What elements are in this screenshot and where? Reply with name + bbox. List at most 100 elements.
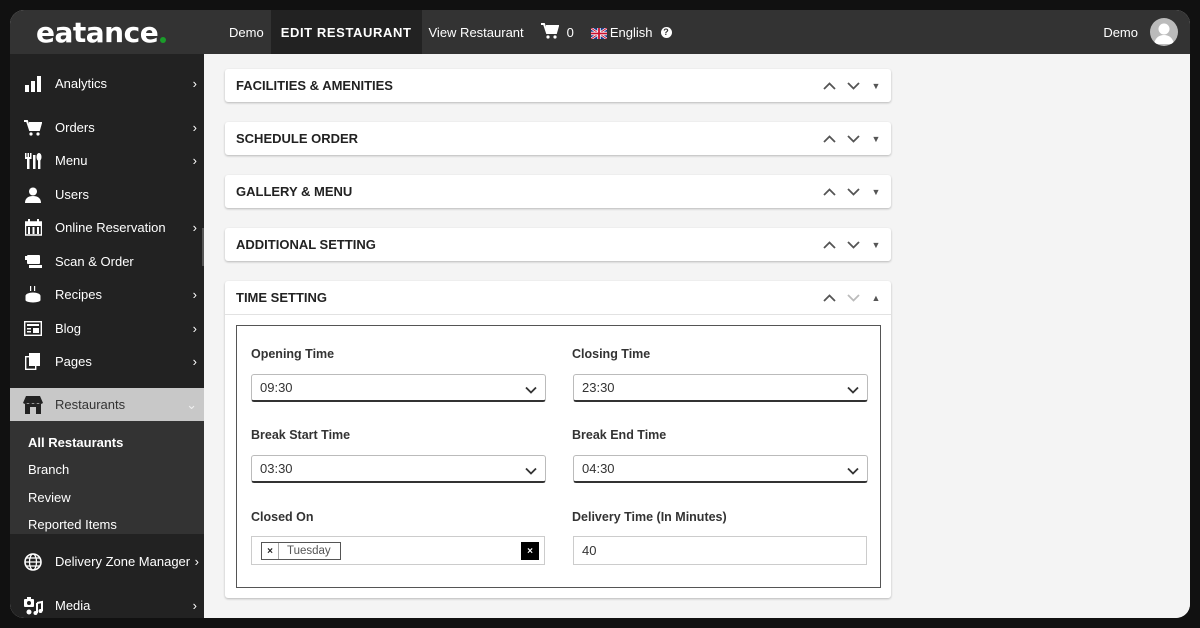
opening-time-select[interactable]: 09:30 bbox=[251, 374, 546, 402]
chevron-right-icon: › bbox=[192, 153, 197, 168]
opening-time-label: Opening Time bbox=[251, 347, 335, 361]
submenu-branch[interactable]: Branch bbox=[28, 462, 69, 477]
nav-demo[interactable]: Demo bbox=[204, 10, 271, 54]
chevron-right-icon: › bbox=[194, 554, 199, 569]
closed-on-multiselect[interactable]: × Tuesday × bbox=[251, 536, 545, 565]
sidebar-item-scan-order[interactable]: Scan & Order bbox=[10, 245, 204, 278]
panel-schedule-order: SCHEDULE ORDER ▼ bbox=[225, 122, 891, 155]
panel-title[interactable]: TIME SETTING bbox=[225, 281, 891, 314]
sidebar-item-label: Scan & Order bbox=[55, 254, 134, 269]
delivery-time-label: Delivery Time (In Minutes) bbox=[572, 510, 727, 524]
user-icon bbox=[23, 186, 43, 204]
chevron-right-icon: › bbox=[192, 120, 197, 135]
calendar-icon bbox=[23, 219, 43, 237]
sidebar-item-label: Analytics bbox=[55, 76, 108, 91]
sidebar: Analytics › Orders › Menu › Users Online… bbox=[10, 54, 204, 618]
sidebar-item-label: Media bbox=[55, 598, 91, 613]
cart-icon bbox=[540, 22, 559, 42]
language-label: English bbox=[609, 24, 653, 40]
move-up-icon[interactable] bbox=[817, 127, 841, 151]
restaurants-submenu: All Restaurants Branch Review Reported I… bbox=[10, 421, 204, 534]
delivery-time-value: 40 bbox=[582, 543, 597, 558]
panel-additional-setting: ADDITIONAL SETTING ▼ bbox=[225, 228, 891, 261]
nav-edit-restaurant[interactable]: EDIT RESTAURANT bbox=[270, 10, 422, 54]
sidebar-item-users[interactable]: Users bbox=[10, 178, 204, 211]
sidebar-item-orders[interactable]: Orders › bbox=[10, 111, 204, 144]
panel-title[interactable]: ADDITIONAL SETTING bbox=[225, 228, 891, 261]
chevron-right-icon: › bbox=[192, 76, 197, 91]
selected-day-tag: × Tuesday bbox=[261, 542, 341, 560]
break-end-time-select[interactable]: 04:30 bbox=[573, 455, 868, 483]
blog-icon bbox=[23, 320, 43, 338]
sidebar-item-delivery-zone-manager[interactable]: Delivery Zone Manager › bbox=[10, 545, 204, 578]
move-up-icon[interactable] bbox=[817, 286, 841, 310]
break-start-time-label: Break Start Time bbox=[251, 428, 351, 442]
move-down-icon[interactable] bbox=[841, 127, 865, 151]
closing-time-value: 23:30 bbox=[582, 380, 615, 395]
sidebar-item-recipes[interactable]: Recipes › bbox=[10, 278, 204, 311]
closed-on-label: Closed On bbox=[251, 510, 314, 524]
panel-title[interactable]: FACILITIES & AMENITIES bbox=[225, 69, 891, 102]
sidebar-item-online-reservation[interactable]: Online Reservation › bbox=[10, 211, 204, 244]
sidebar-item-media[interactable]: Media › bbox=[10, 589, 204, 618]
sidebar-item-restaurants[interactable]: Restaurants ⌄ bbox=[10, 388, 204, 421]
submenu-reported-items[interactable]: Reported Items bbox=[28, 517, 117, 532]
time-setting-body: Opening Time 09:30 Closing Time 23:30 Br… bbox=[225, 314, 891, 598]
collapse-toggle-icon[interactable]: ▲ bbox=[865, 286, 887, 310]
app-window: eatance Demo EDIT RESTAURANT View Restau… bbox=[10, 10, 1190, 618]
break-start-time-value: 03:30 bbox=[260, 461, 293, 476]
panel-title[interactable]: GALLERY & MENU bbox=[225, 175, 891, 208]
sidebar-item-label: Restaurants bbox=[55, 397, 126, 412]
nav-view-restaurant[interactable]: View Restaurant bbox=[422, 10, 531, 54]
sidebar-item-analytics[interactable]: Analytics › bbox=[10, 67, 204, 100]
chevron-right-icon: › bbox=[192, 354, 197, 369]
cart-button[interactable]: 0 bbox=[531, 10, 584, 54]
chevron-right-icon: › bbox=[192, 321, 197, 336]
move-down-icon[interactable] bbox=[841, 180, 865, 204]
expand-toggle-icon[interactable]: ▼ bbox=[865, 127, 887, 151]
panel-gallery-menu: GALLERY & MENU ▼ bbox=[225, 175, 891, 208]
chevron-right-icon: › bbox=[192, 598, 197, 613]
sidebar-item-label: Blog bbox=[55, 321, 82, 336]
panel-facilities-amenities: FACILITIES & AMENITIES ▼ bbox=[225, 69, 891, 102]
chevron-right-icon: › bbox=[192, 287, 197, 302]
user-avatar-icon[interactable] bbox=[1150, 18, 1178, 46]
uk-flag-icon bbox=[590, 26, 608, 40]
sidebar-item-pages[interactable]: Pages › bbox=[10, 345, 204, 378]
expand-toggle-icon[interactable]: ▼ bbox=[865, 74, 887, 98]
sidebar-item-menu[interactable]: Menu › bbox=[10, 144, 204, 177]
sidebar-item-blog[interactable]: Blog › bbox=[10, 312, 204, 345]
sidebar-item-label: Delivery Zone Manager bbox=[55, 554, 191, 569]
globe-icon bbox=[23, 552, 43, 571]
move-up-icon[interactable] bbox=[817, 233, 841, 257]
break-end-time-value: 04:30 bbox=[582, 461, 615, 476]
tag-label: Tuesday bbox=[287, 545, 331, 557]
break-start-time-select[interactable]: 03:30 bbox=[251, 455, 546, 483]
sidebar-item-label: Recipes bbox=[55, 287, 102, 302]
clear-all-icon[interactable]: × bbox=[521, 542, 539, 560]
user-name[interactable]: Demo bbox=[1103, 25, 1138, 40]
logo[interactable]: eatance bbox=[10, 10, 204, 54]
language-selector[interactable]: English ? bbox=[584, 10, 679, 54]
expand-toggle-icon[interactable]: ▼ bbox=[865, 180, 887, 204]
logo-text: eatance bbox=[36, 15, 159, 49]
cake-icon bbox=[23, 286, 43, 304]
closing-time-select[interactable]: 23:30 bbox=[573, 374, 868, 402]
move-down-icon[interactable] bbox=[841, 233, 865, 257]
panel-title[interactable]: SCHEDULE ORDER bbox=[225, 122, 891, 155]
sidebar-item-label: Pages bbox=[55, 354, 92, 369]
submenu-all-restaurants[interactable]: All Restaurants bbox=[28, 435, 123, 450]
help-icon[interactable]: ? bbox=[660, 26, 672, 38]
move-down-icon[interactable] bbox=[841, 74, 865, 98]
chevron-down-icon bbox=[525, 463, 537, 478]
expand-toggle-icon[interactable]: ▼ bbox=[865, 233, 887, 257]
sidebar-item-label: Orders bbox=[55, 120, 95, 135]
submenu-review[interactable]: Review bbox=[28, 490, 71, 505]
scan-icon bbox=[23, 253, 43, 271]
media-icon bbox=[23, 596, 43, 615]
move-up-icon[interactable] bbox=[817, 180, 841, 204]
time-setting-form: Opening Time 09:30 Closing Time 23:30 Br… bbox=[236, 325, 881, 588]
move-up-icon[interactable] bbox=[817, 74, 841, 98]
delivery-time-input[interactable]: 40 bbox=[573, 536, 867, 565]
remove-tag-icon[interactable]: × bbox=[262, 543, 279, 559]
